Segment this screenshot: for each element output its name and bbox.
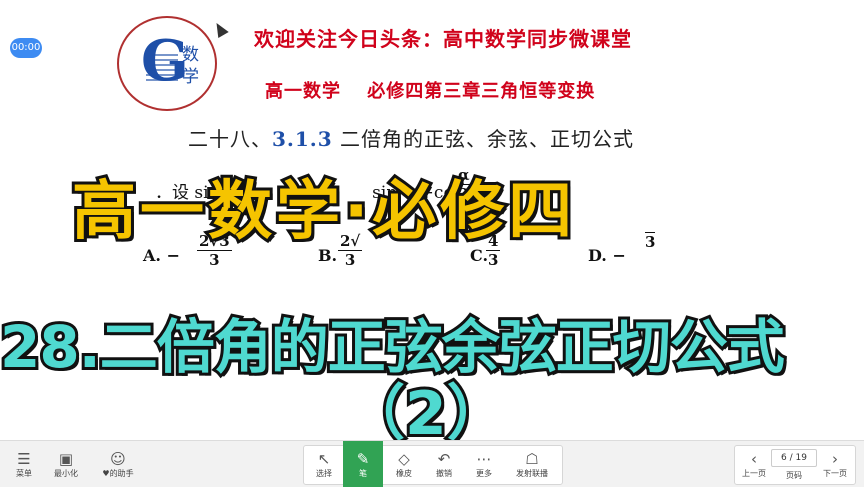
option-d-fraction: 3: [645, 232, 656, 251]
more-button[interactable]: ⋯ 更多: [466, 441, 502, 487]
header-line-1: 欢迎关注今日头条：高中数学同步微课堂: [254, 27, 632, 51]
prev-page-button[interactable]: ‹ 上一页: [738, 441, 770, 487]
logo-text-2: 学: [182, 67, 199, 87]
lesson-number: 3.1.3: [272, 127, 333, 151]
undo-icon: ↶: [437, 449, 451, 468]
pen-icon: ✎: [356, 449, 370, 468]
option-d: D. −: [588, 246, 626, 265]
more-icon: ⋯: [476, 449, 492, 468]
assistant-button[interactable]: ☺ ♥的助手: [96, 441, 140, 487]
minimize-button[interactable]: ▣ 最小化: [46, 441, 86, 487]
minimize-icon: ▣: [58, 449, 74, 468]
select-tool[interactable]: ↖ 选择: [307, 441, 341, 487]
pen-tool[interactable]: ✎ 笔: [343, 441, 383, 487]
eraser-icon: ◇: [398, 449, 410, 468]
mouse-cursor-icon: [211, 19, 229, 39]
eraser-tool[interactable]: ◇ 橡皮: [386, 441, 422, 487]
header-line-3: 二十八、3.1.3 二倍角的正弦、余弦、正切公式: [188, 123, 634, 152]
undo-button[interactable]: ↶ 撤销: [426, 441, 462, 487]
menu-button[interactable]: ☰ 菜单: [8, 441, 40, 487]
header-line-2: 高一数学 必修四第三章三角恒等变换: [265, 81, 596, 102]
timer-badge[interactable]: 00:00: [10, 38, 42, 58]
lesson-prefix: 二十八、: [188, 127, 272, 151]
menu-icon: ☰: [17, 449, 31, 468]
assistant-avatar-icon: ☺: [110, 449, 126, 468]
slide-canvas: 00:00 G 数 学 欢迎关注今日头条：高中数学同步微课堂 高一数学 必修四第…: [0, 0, 864, 440]
page-number-label: 页码: [786, 471, 802, 480]
broadcast-icon: ☖: [525, 449, 539, 468]
chevron-left-icon: ‹: [751, 449, 757, 468]
logo-stripes: [146, 54, 178, 82]
next-page-button[interactable]: › 下一页: [818, 441, 852, 487]
channel-logo: G 数 学: [117, 16, 217, 111]
pointer-icon: ↖: [317, 449, 331, 468]
chevron-right-icon: ›: [832, 449, 838, 468]
overlay-part: （2）: [342, 376, 510, 440]
lesson-topic: 二倍角的正弦、余弦、正切公式: [332, 127, 635, 151]
overlay-title: 高一数学·必修四: [69, 172, 577, 252]
broadcast-button[interactable]: ☖ 发射联播: [506, 441, 558, 487]
bottom-toolbar: ☰ 菜单 ▣ 最小化 ☺ ♥的助手 ↖ 选择 ✎ 笔 ◇ 橡皮 ↶ 撤销 ⋯ 更…: [0, 440, 864, 487]
